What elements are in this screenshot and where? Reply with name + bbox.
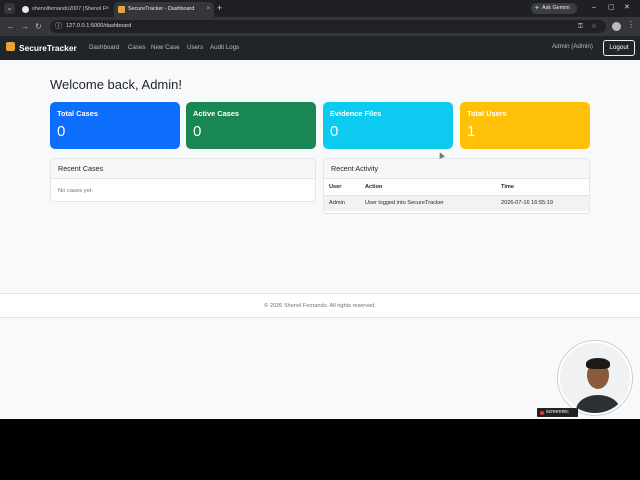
nav-new-case[interactable]: New Case xyxy=(151,36,180,60)
address-bar[interactable]: ⓘ 127.0.0.1:5000/dashboard ⚿ ☆ xyxy=(50,20,606,33)
recorder-label: screenrec xyxy=(546,409,569,415)
new-tab-button[interactable]: + xyxy=(217,2,222,15)
column-header-user: User xyxy=(324,179,360,196)
stat-title: Active Cases xyxy=(193,109,240,118)
forward-icon[interactable]: → xyxy=(21,21,29,32)
app-navbar: SecureTracker Dashboard Cases New Case U… xyxy=(0,36,640,60)
stat-card-active-cases: Active Cases 0 xyxy=(186,102,316,149)
close-tab-icon[interactable]: × xyxy=(105,2,109,17)
url-text: 127.0.0.1:5000/dashboard xyxy=(66,23,132,29)
stat-card-evidence-files: Evidence Files 0 xyxy=(323,102,453,149)
stat-card-total-cases: Total Cases 0 xyxy=(50,102,180,149)
panel-title: Recent Activity xyxy=(324,159,589,179)
nav-cases[interactable]: Cases xyxy=(128,36,146,60)
column-header-time: Time xyxy=(496,179,589,196)
browser-tab-dashboard[interactable]: SecureTracker - Dashboard × xyxy=(114,2,214,17)
browser-toolbar: ← → ↻ ⓘ 127.0.0.1:5000/dashboard ⚿ ☆ ⋮ xyxy=(0,17,640,36)
recorder-watermark: screenrec xyxy=(537,408,578,417)
browser-tab-github[interactable]: shenolfernando2007 (Shenol F × xyxy=(18,2,113,17)
page-footer: © 2026 Shenol Fernando. All rights reser… xyxy=(0,294,640,318)
record-dot-icon xyxy=(540,410,544,415)
webcam-person-body xyxy=(576,395,620,413)
cell-action: User logged into SecureTracker xyxy=(360,195,496,211)
column-header-action: Action xyxy=(360,179,496,196)
panel-title: Recent Cases xyxy=(51,159,315,179)
webcam-person-hair xyxy=(586,358,610,369)
stat-title: Evidence Files xyxy=(330,109,382,118)
ask-gemini-button[interactable]: ✦ Ask Gemini xyxy=(531,3,577,14)
recent-cases-panel: Recent Cases No cases yet. xyxy=(50,158,316,202)
stat-value: 0 xyxy=(57,123,66,140)
stat-title: Total Cases xyxy=(57,109,98,118)
profile-avatar[interactable] xyxy=(612,22,621,31)
close-tab-icon[interactable]: × xyxy=(206,2,210,17)
reload-icon[interactable]: ↻ xyxy=(35,21,42,32)
stat-value: 0 xyxy=(193,123,202,140)
site-favicon-icon xyxy=(118,6,125,13)
browser-tab-strip: ⌄ shenolfernando2007 (Shenol F × SecureT… xyxy=(0,0,640,17)
stat-value: 0 xyxy=(330,123,339,140)
gemini-icon: ✦ xyxy=(534,5,540,12)
page-title: Welcome back, Admin! xyxy=(50,77,182,92)
briefcase-icon xyxy=(6,42,15,51)
stat-card-total-users: Total Users 1 xyxy=(460,102,590,149)
nav-users[interactable]: Users xyxy=(187,36,203,60)
stat-title: Total Users xyxy=(467,109,507,118)
tab-title: shenolfernando2007 (Shenol F xyxy=(32,6,107,12)
maximize-icon[interactable]: ▢ xyxy=(608,3,615,13)
nav-dashboard[interactable]: Dashboard xyxy=(89,36,119,60)
nav-audit-logs[interactable]: Audit Logs xyxy=(210,36,239,60)
empty-state-text: No cases yet. xyxy=(58,188,94,194)
close-window-icon[interactable]: ✕ xyxy=(624,3,630,13)
bookmark-star-icon[interactable]: ☆ xyxy=(591,20,597,33)
tab-title: SecureTracker - Dashboard xyxy=(128,6,195,12)
tab-search-button[interactable]: ⌄ xyxy=(4,3,15,14)
back-icon[interactable]: ← xyxy=(7,21,15,32)
brand-logo[interactable]: SecureTracker xyxy=(19,36,77,60)
activity-table: User Action Time Admin User logged into … xyxy=(324,179,589,211)
browser-menu-icon[interactable]: ⋮ xyxy=(627,20,635,29)
recent-activity-panel: Recent Activity User Action Time Admin U… xyxy=(323,158,590,214)
webcam-overlay xyxy=(558,341,632,415)
logout-button[interactable]: Logout xyxy=(603,40,635,56)
cell-time: 2026-07-16 16:55:19 xyxy=(496,195,589,211)
minimize-icon[interactable]: – xyxy=(592,3,596,13)
current-user: Admin (Admin) xyxy=(552,43,593,50)
table-header-row: User Action Time xyxy=(324,179,589,196)
github-icon xyxy=(22,6,29,13)
site-info-icon[interactable]: ⓘ xyxy=(55,21,62,31)
stat-value: 1 xyxy=(467,123,476,140)
cell-user: Admin xyxy=(324,195,360,211)
password-key-icon[interactable]: ⚿ xyxy=(578,20,583,33)
ask-gemini-label: Ask Gemini xyxy=(542,5,570,11)
table-row: Admin User logged into SecureTracker 202… xyxy=(324,195,589,211)
